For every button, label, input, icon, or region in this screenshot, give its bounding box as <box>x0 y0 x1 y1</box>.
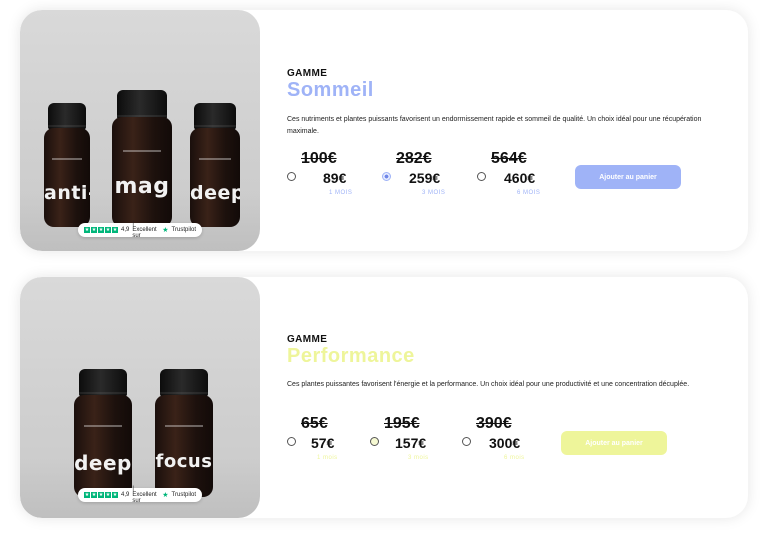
price-option-6-months[interactable]: 390€ 300€ 6 mois <box>462 415 542 461</box>
jar-label: deep <box>190 182 240 205</box>
old-price: 390€ <box>476 415 512 432</box>
price-option-6-months[interactable]: 564€ 460€ 6 MOIS <box>477 150 557 196</box>
product-card-performance: deep focus ★ ★ ★ ★ ★ 4,9 | Excellent sur ★ T… <box>20 277 748 518</box>
jar-label: anti- <box>44 182 90 205</box>
new-price: 300€ <box>489 435 521 451</box>
price-option-3-months[interactable]: 195€ 157€ 3 mois <box>370 415 450 461</box>
range-description: Ces plantes puissantes favorisent l'éner… <box>287 381 690 388</box>
option-radio-selected[interactable] <box>382 172 391 181</box>
new-price: 460€ <box>504 170 536 186</box>
product-photo: anti- mag deep ★★★★★ 4,9 | Excellent s <box>20 10 260 251</box>
old-price: 282€ <box>396 150 432 167</box>
option-duration: 1 MOIS <box>329 190 353 196</box>
rating-stars-icon: ★ ★ ★ ★ ★ <box>84 492 118 498</box>
product-card-sommeil: anti- mag deep ★★★★★ 4,9 | Excellent s <box>20 10 748 251</box>
price-option-1-month[interactable]: 100€ 89€ 1 MOIS <box>287 150 367 196</box>
jar-label: focus <box>155 450 213 472</box>
trustpilot-brand: Trustpilot <box>171 492 196 498</box>
old-price: 195€ <box>384 415 420 432</box>
add-to-cart-button[interactable]: Ajouter au panier <box>561 431 667 455</box>
jar-deep: deep <box>74 369 132 497</box>
jar-anti: anti- <box>44 103 90 227</box>
new-price: 89€ <box>323 170 347 186</box>
rating-stars-icon: ★ ★ ★ ★ ★ <box>84 227 118 233</box>
new-price: 157€ <box>395 435 427 451</box>
range-eyebrow: GAMME <box>287 334 328 345</box>
new-price: 57€ <box>311 435 335 451</box>
range-eyebrow: GAMME <box>287 68 328 79</box>
range-title: Performance <box>287 345 415 367</box>
jar-mag: mag <box>112 90 172 227</box>
jar-label: mag <box>114 174 170 200</box>
trustpilot-badge[interactable]: ★ ★ ★ ★ ★ 4,9 | Excellent sur ★ Trustpilot <box>78 221 202 239</box>
old-price: 65€ <box>301 415 328 432</box>
product-photo: deep focus ★ ★ ★ ★ ★ 4,9 | Excellent sur ★ T… <box>20 277 260 518</box>
option-radio[interactable] <box>462 437 471 446</box>
option-radio[interactable] <box>287 437 296 446</box>
trustpilot-star-icon: ★ <box>162 227 169 234</box>
range-title: Sommeil <box>287 79 374 101</box>
jar-deep: deep <box>190 103 240 227</box>
jar-focus: focus <box>155 369 213 497</box>
option-radio[interactable] <box>477 172 486 181</box>
trustpilot-badge[interactable]: ★ ★ ★ ★ ★ 4,9 | Excellent sur ★ Trustpilot <box>78 486 202 504</box>
old-price: 564€ <box>491 150 527 167</box>
price-option-3-months[interactable]: 282€ 259€ 3 MOIS <box>382 150 462 196</box>
option-duration: 6 mois <box>504 455 525 461</box>
add-to-cart-button[interactable]: Ajouter au panier <box>575 165 681 189</box>
rating-value: 4,9 <box>121 492 130 498</box>
trustpilot-star-icon: ★ <box>162 492 169 499</box>
price-option-1-month[interactable]: 65€ 57€ 1 mois <box>287 415 367 461</box>
option-duration: 3 mois <box>408 455 429 461</box>
old-price: 100€ <box>301 150 337 167</box>
option-radio[interactable] <box>370 437 379 446</box>
rating-text: | Excellent sur <box>132 486 157 504</box>
rating-value: 4,9 <box>121 227 130 233</box>
jar-label: deep <box>74 450 132 475</box>
option-duration: 6 MOIS <box>517 190 541 196</box>
new-price: 259€ <box>409 170 441 186</box>
trustpilot-brand: Trustpilot <box>171 227 196 233</box>
range-description: Ces nutriments et plantes puissants favo… <box>287 116 702 135</box>
option-duration: 1 mois <box>317 455 338 461</box>
option-radio[interactable] <box>287 172 296 181</box>
rating-text: | Excellent sur <box>132 221 157 239</box>
option-duration: 3 MOIS <box>422 190 446 196</box>
